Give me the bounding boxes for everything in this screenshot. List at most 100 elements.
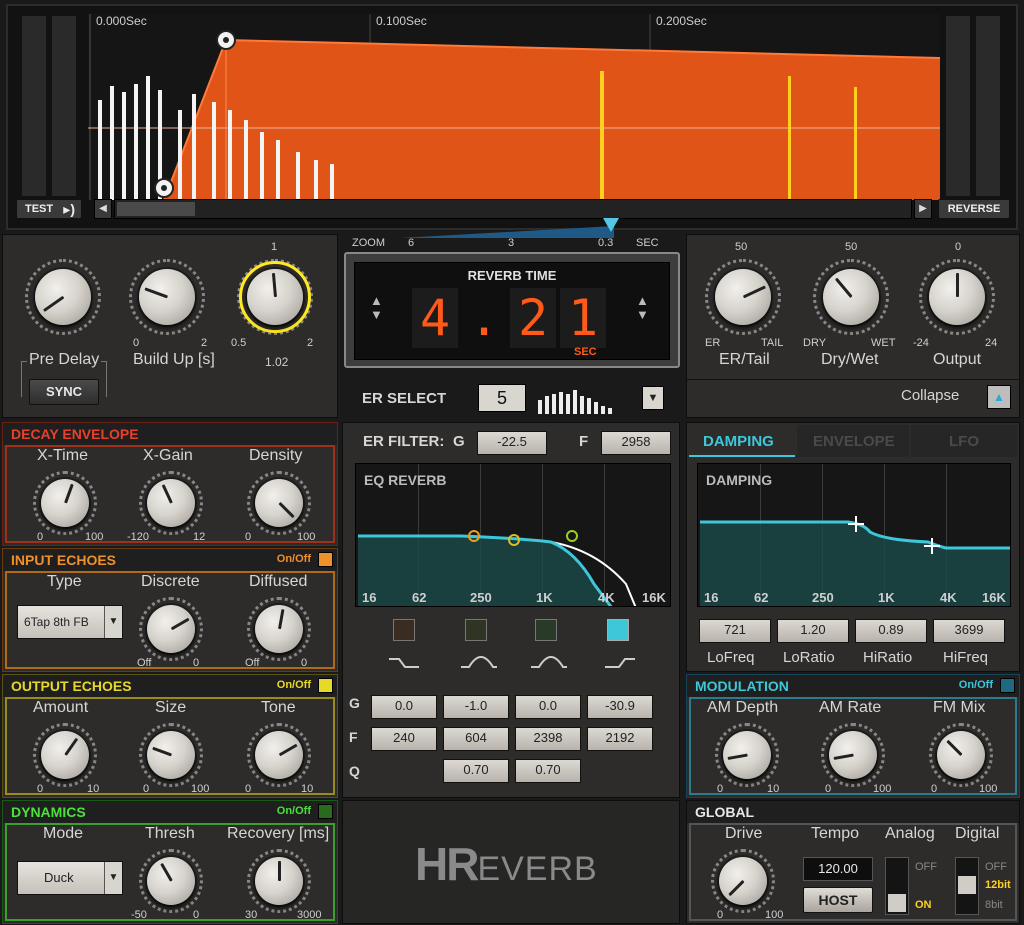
- drive-knob[interactable]: [719, 857, 767, 905]
- eq-f-1[interactable]: 240: [371, 727, 437, 751]
- eq-g-3[interactable]: 0.0: [515, 695, 581, 719]
- tone-knob[interactable]: [255, 731, 303, 779]
- hi-ratio-value[interactable]: 0.89: [855, 619, 927, 643]
- collapse-button[interactable]: ▲: [987, 385, 1011, 409]
- dry-wet-knob[interactable]: [823, 269, 879, 325]
- recovery-label: Recovery [ms]: [227, 825, 330, 842]
- lo-ratio-label: LoRatio: [783, 649, 835, 666]
- hi-freq-value[interactable]: 3699: [933, 619, 1005, 643]
- damping-graph[interactable]: DAMPING 16 62 250 1K 4K 16K: [697, 463, 1011, 607]
- eq-f-2[interactable]: 604: [443, 727, 509, 751]
- thresh-knob[interactable]: [147, 857, 195, 905]
- pre-delay-knob[interactable]: [35, 269, 91, 325]
- third-knob-value: 1.02: [265, 355, 289, 369]
- global-panel: GLOBAL Drive 0 100 Tempo 120.00 HOST Ana…: [686, 800, 1020, 924]
- input-echoes-toggle[interactable]: [318, 552, 333, 567]
- build-up-label: Build Up [s]: [133, 351, 215, 368]
- am-rate-knob[interactable]: [829, 731, 877, 779]
- eq-g-1[interactable]: 0.0: [371, 695, 437, 719]
- x-gain-knob[interactable]: [147, 479, 195, 527]
- er-filter-f-value[interactable]: 2958: [601, 431, 671, 455]
- dynamics-toggle[interactable]: [318, 804, 333, 819]
- eq-freq-62: 62: [412, 590, 427, 605]
- density-knob[interactable]: [255, 479, 303, 527]
- eq-band-1-toggle[interactable]: [393, 619, 415, 641]
- eq-shape-icons: [389, 655, 635, 668]
- eq-band-4-toggle[interactable]: [607, 619, 629, 641]
- er-select-value[interactable]: 5: [478, 384, 526, 412]
- tempo-value[interactable]: 120.00: [803, 857, 873, 881]
- tab-lfo[interactable]: LFO: [911, 425, 1017, 457]
- er-select-dropdown-button[interactable]: ▼: [642, 386, 664, 410]
- am-rate-min: 0: [825, 783, 832, 795]
- er-tail-knob[interactable]: [715, 269, 771, 325]
- mode-dropdown-value: Duck: [44, 870, 74, 885]
- tab-envelope[interactable]: ENVELOPE: [797, 425, 909, 457]
- scroll-left-button[interactable]: ◀: [94, 199, 112, 219]
- fm-mix-knob[interactable]: [937, 731, 985, 779]
- x-time-label: X-Time: [37, 447, 88, 464]
- reverse-button[interactable]: REVERSE: [938, 199, 1010, 219]
- discrete-max: 0: [193, 657, 200, 669]
- input-meter-right: [52, 16, 76, 196]
- reverb-time-up-down-right[interactable]: ▲ ▼: [636, 294, 649, 322]
- fm-mix-min: 0: [931, 783, 938, 795]
- digital-8bit: 8bit: [985, 899, 1003, 911]
- reverb-time-up-down-left[interactable]: ▲ ▼: [370, 294, 383, 322]
- input-meter-left: [22, 16, 46, 196]
- discrete-knob[interactable]: [147, 605, 195, 653]
- tab-damping[interactable]: DAMPING: [689, 425, 795, 457]
- eq-f-4[interactable]: 2192: [587, 727, 653, 751]
- eq-q-2[interactable]: 0.70: [443, 759, 509, 783]
- type-dropdown-value: 6Tap 8th FB: [24, 615, 89, 629]
- test-button[interactable]: TEST ▸): [16, 199, 82, 219]
- er-tail-top: 50: [735, 241, 748, 253]
- am-depth-knob[interactable]: [723, 731, 771, 779]
- discrete-min: Off: [137, 657, 152, 669]
- recovery-knob[interactable]: [255, 857, 303, 905]
- sync-button[interactable]: SYNC: [29, 379, 99, 405]
- output-knob[interactable]: [929, 269, 985, 325]
- am-depth-min: 0: [717, 783, 724, 795]
- envelope-graph[interactable]: [88, 14, 940, 200]
- analog-on: ON: [915, 899, 932, 911]
- thresh-label: Thresh: [145, 825, 195, 842]
- amount-knob[interactable]: [41, 731, 89, 779]
- host-button[interactable]: HOST: [803, 887, 873, 913]
- eq-g-2[interactable]: -1.0: [443, 695, 509, 719]
- x-time-knob[interactable]: [41, 479, 89, 527]
- damping-freq-16k: 16K: [982, 590, 1006, 605]
- scroll-right-button[interactable]: ▶: [914, 199, 932, 219]
- recovery-min: 30: [245, 909, 258, 921]
- build-up-knob[interactable]: [139, 269, 195, 325]
- er-filter-g-value[interactable]: -22.5: [477, 431, 547, 455]
- eq-band-3-toggle[interactable]: [535, 619, 557, 641]
- third-knob[interactable]: [247, 269, 303, 325]
- modulation-panel: MODULATION On/Off AM Depth 0 10 AM Rate …: [686, 674, 1020, 798]
- lo-ratio-value[interactable]: 1.20: [777, 619, 849, 643]
- dry-wet-label: Dry/Wet: [821, 351, 879, 368]
- type-dropdown[interactable]: 6Tap 8th FB ▼: [17, 605, 123, 639]
- eq-g-4[interactable]: -30.9: [587, 695, 653, 719]
- eq-panel: ER FILTER: G -22.5 F 2958 EQ REVERB 16 6…: [342, 422, 680, 798]
- modulation-toggle[interactable]: [1000, 678, 1015, 693]
- eq-band-2-toggle[interactable]: [465, 619, 487, 641]
- mode-dropdown[interactable]: Duck ▼: [17, 861, 123, 895]
- eq-q-3[interactable]: 0.70: [515, 759, 581, 783]
- scrollbar-thumb[interactable]: [117, 202, 195, 216]
- x-time-max: 100: [85, 531, 104, 543]
- digital-switch[interactable]: [955, 857, 979, 915]
- eq-f-3[interactable]: 2398: [515, 727, 581, 751]
- size-knob[interactable]: [147, 731, 195, 779]
- diffused-knob[interactable]: [255, 605, 303, 653]
- er-filter-label: ER FILTER:: [363, 433, 445, 450]
- lo-freq-value[interactable]: 721: [699, 619, 771, 643]
- analog-switch[interactable]: [885, 857, 909, 915]
- output-echoes-title: OUTPUT ECHOES: [11, 678, 132, 694]
- reverb-digit-dot: .: [468, 289, 500, 347]
- damping-freq-62: 62: [754, 590, 769, 605]
- dry-wet-top: 50: [845, 241, 858, 253]
- er-tail-min: ER: [705, 337, 721, 349]
- output-echoes-toggle[interactable]: [318, 678, 333, 693]
- eq-graph[interactable]: EQ REVERB 16 62 250 1K 4K 16K: [355, 463, 671, 607]
